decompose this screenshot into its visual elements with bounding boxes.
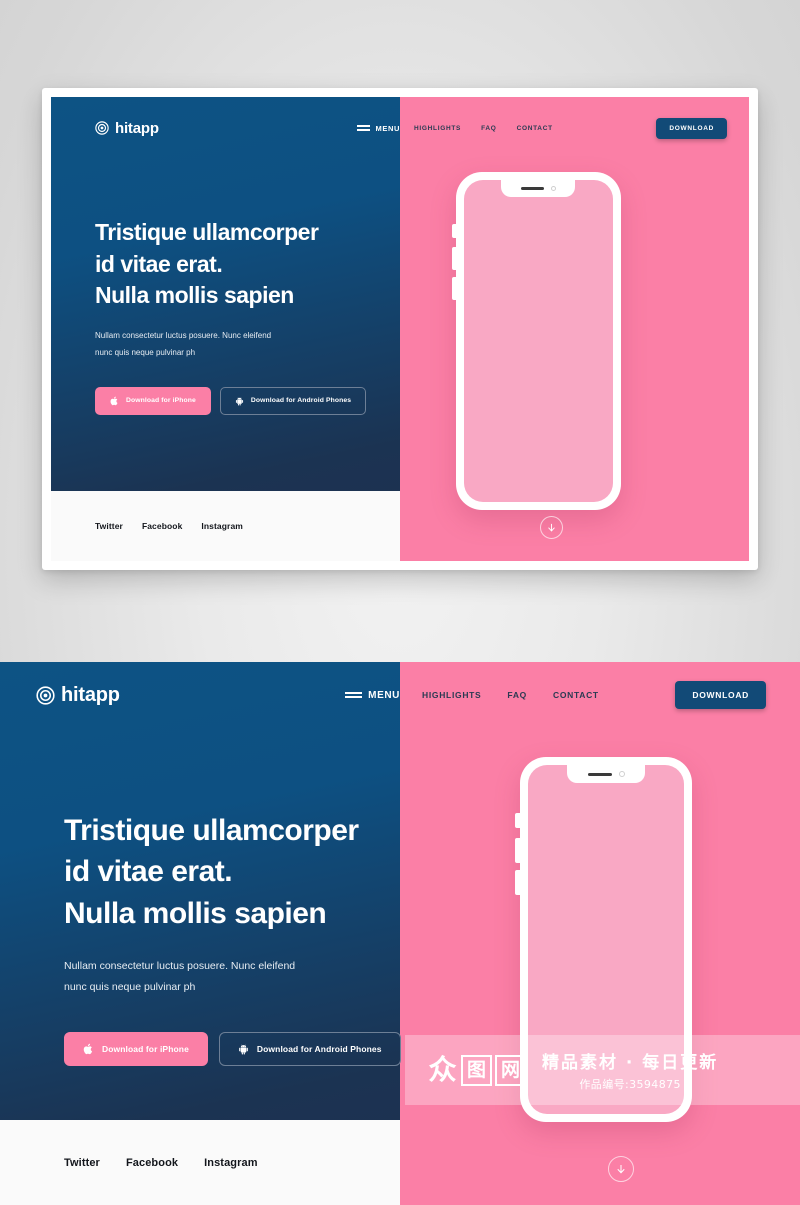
social-link-instagram[interactable]: Instagram	[201, 521, 243, 531]
top-navigation-large: hitapp MENU HIGHLIGHTS FAQ CONTACT DOWNL…	[0, 662, 800, 728]
hero-headline: Tristique ullamcorper id vitae erat. Nul…	[95, 217, 416, 312]
phone-frame	[451, 172, 621, 510]
phone-side-button-mute	[451, 224, 456, 238]
hero-subcopy-large: Nullam consectetur luctus posuere. Nunc …	[64, 956, 416, 998]
nav-link-contact[interactable]: CONTACT	[553, 690, 599, 700]
phone-notch-large	[567, 765, 645, 783]
nav-links-large: HIGHLIGHTS FAQ CONTACT	[422, 690, 599, 700]
speaker-grille-icon	[520, 187, 544, 190]
nav-link-highlights[interactable]: HIGHLIGHTS	[414, 125, 461, 132]
social-link-facebook[interactable]: Facebook	[142, 521, 182, 531]
phone-mockup	[451, 172, 621, 510]
watermark-text: 精品素材 · 每日更新 作品编号:3594875	[542, 1048, 718, 1092]
menu-button[interactable]: MENU	[356, 123, 400, 133]
menu-label: MENU	[375, 123, 400, 133]
nav-link-contact[interactable]: CONTACT	[517, 125, 553, 132]
scroll-down-indicator-large[interactable]	[608, 1156, 634, 1182]
hero-button-row-large: Download for iPhone Download for Android…	[64, 1032, 416, 1067]
nav-link-faq[interactable]: FAQ	[481, 125, 496, 132]
android-icon	[235, 396, 244, 406]
nav-right-group: HIGHLIGHTS FAQ CONTACT DOWNLOAD	[400, 117, 749, 139]
speaker-grille-icon	[587, 772, 612, 776]
watermark-logo: 众 图 网	[427, 1053, 526, 1086]
top-navigation: hitapp MENU HIGHLIGHTS FAQ CONTACT DOWNL…	[51, 97, 749, 159]
watermark-work-id: 作品编号:3594875	[579, 1078, 681, 1091]
subcopy-line-2: nunc quis neque pulvinar ph	[95, 347, 196, 357]
front-camera-icon	[618, 771, 625, 777]
download-iphone-label-large: Download for iPhone	[102, 1044, 189, 1055]
download-android-label-large: Download for Android Phones	[256, 1044, 382, 1055]
target-circle-icon	[36, 685, 55, 705]
apple-icon	[83, 1043, 94, 1055]
headline-line-3: Nulla mollis sapien	[64, 896, 327, 930]
nav-left-group-large: hitapp MENU	[0, 684, 400, 707]
arrow-down-icon	[547, 523, 555, 532]
headline-line-1: Tristique ullamcorper	[64, 814, 359, 847]
brand-logo[interactable]: hitapp	[95, 120, 159, 137]
hero-button-row: Download for iPhone Download for Android…	[95, 386, 416, 415]
nav-links: HIGHLIGHTS FAQ CONTACT	[414, 125, 553, 132]
subcopy-line-1: Nullam consectetur luctus posuere. Nunc …	[95, 331, 272, 341]
nav-link-faq[interactable]: FAQ	[507, 690, 527, 700]
download-button[interactable]: DOWNLOAD	[656, 117, 727, 139]
social-link-instagram[interactable]: Instagram	[204, 1157, 257, 1169]
subcopy-line-2: nunc quis neque pulvinar ph	[64, 981, 196, 994]
watermark-logo-char-3: 网	[495, 1054, 526, 1086]
download-android-button[interactable]: Download for Android Phones	[219, 386, 367, 415]
phone-side-button-volume-up	[515, 838, 520, 863]
social-links: Twitter Facebook Instagram	[95, 491, 243, 561]
headline-line-3: Nulla mollis sapien	[95, 282, 294, 309]
download-iphone-button[interactable]: Download for iPhone	[95, 386, 211, 415]
preview-card: hitapp MENU HIGHLIGHTS FAQ CONTACT DOWNL…	[42, 88, 758, 570]
hamburger-icon	[345, 692, 363, 698]
social-link-twitter[interactable]: Twitter	[95, 521, 123, 531]
landing-page-mockup-large: hitapp MENU HIGHLIGHTS FAQ CONTACT DOWNL…	[0, 662, 800, 1205]
watermark-tagline: 精品素材 · 每日更新	[542, 1053, 719, 1073]
phone-side-button-volume-down	[515, 870, 520, 895]
nav-left-group: hitapp MENU	[51, 120, 400, 137]
brand-logo-large[interactable]: hitapp	[36, 684, 120, 707]
headline-line-2: id vitae erat.	[95, 250, 223, 277]
nav-link-highlights[interactable]: HIGHLIGHTS	[422, 690, 481, 700]
brand-name-large: hitapp	[61, 683, 120, 706]
headline-line-2: id vitae erat.	[64, 855, 233, 889]
menu-label-large: MENU	[368, 689, 400, 701]
watermark-logo-char-1: 众	[428, 1053, 457, 1086]
watermark-overlay: 众 图 网 精品素材 · 每日更新 作品编号:3594875	[405, 1035, 800, 1105]
social-links-large: Twitter Facebook Instagram	[64, 1120, 258, 1205]
hero-headline-large: Tristique ullamcorper id vitae erat. Nul…	[64, 810, 416, 934]
headline-line-1: Tristique ullamcorper	[95, 219, 319, 245]
social-link-facebook[interactable]: Facebook	[126, 1157, 178, 1169]
download-button-large[interactable]: DOWNLOAD	[675, 681, 766, 709]
hero-content-large: Tristique ullamcorper id vitae erat. Nul…	[64, 810, 416, 1067]
hero-subcopy: Nullam consectetur luctus posuere. Nunc …	[95, 328, 416, 361]
phone-side-button-volume-down	[451, 277, 456, 300]
apple-icon	[110, 396, 119, 406]
phone-side-button-mute	[515, 813, 520, 828]
brand-name: hitapp	[115, 119, 159, 137]
nav-right-group-large: HIGHLIGHTS FAQ CONTACT DOWNLOAD	[400, 681, 800, 709]
download-android-label: Download for Android Phones	[250, 397, 352, 405]
phone-side-button-volume-up	[451, 247, 456, 270]
android-icon	[238, 1043, 249, 1055]
hamburger-icon	[356, 125, 370, 131]
download-android-button-large[interactable]: Download for Android Phones	[218, 1032, 401, 1067]
arrow-down-icon	[617, 1165, 625, 1174]
subcopy-line-1: Nullam consectetur luctus posuere. Nunc …	[64, 960, 296, 973]
download-iphone-button-large[interactable]: Download for iPhone	[64, 1032, 208, 1067]
menu-button-large[interactable]: MENU	[345, 690, 400, 701]
hero-content: Tristique ullamcorper id vitae erat. Nul…	[95, 217, 416, 415]
social-link-twitter[interactable]: Twitter	[64, 1157, 100, 1169]
watermark-logo-char-2: 图	[461, 1054, 492, 1086]
scroll-down-indicator[interactable]	[539, 516, 563, 539]
front-camera-icon	[550, 186, 556, 191]
landing-page-mockup-small: hitapp MENU HIGHLIGHTS FAQ CONTACT DOWNL…	[51, 97, 749, 561]
phone-notch	[501, 180, 576, 197]
target-circle-icon	[95, 121, 109, 135]
download-iphone-label: Download for iPhone	[126, 397, 196, 405]
phone-screen	[463, 180, 613, 502]
